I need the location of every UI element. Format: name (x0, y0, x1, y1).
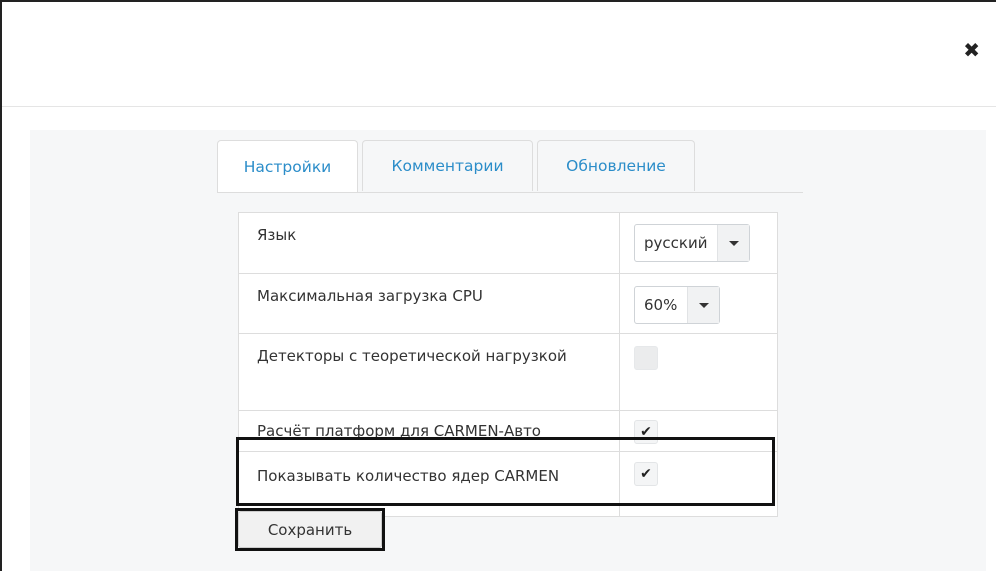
tab-update[interactable]: Обновление (537, 140, 695, 191)
platforms-cell: ✔ (619, 410, 778, 452)
check-icon: ✔ (640, 465, 652, 482)
close-icon[interactable]: ✖ (963, 40, 980, 60)
detectors-checkbox[interactable] (634, 346, 658, 370)
language-label: Язык (238, 212, 620, 274)
cores-cell: ✔ (619, 451, 778, 517)
detectors-cell (619, 333, 778, 411)
table-row: Максимальная загрузка CPU 60% (238, 273, 778, 334)
language-select-value: русский (644, 233, 708, 252)
settings-table: Язык русский Максимальная загрузка CPU 6… (238, 212, 778, 517)
table-row: Показывать количество ядер CARMEN ✔ (238, 451, 778, 517)
language-cell: русский (619, 212, 778, 274)
cpu-label: Максимальная загрузка CPU (238, 273, 620, 334)
language-select[interactable]: русский (634, 224, 751, 262)
table-row: Язык русский (238, 212, 778, 274)
table-row: Детекторы с теоретической нагрузкой (238, 333, 778, 411)
save-button[interactable]: Сохранить (238, 511, 382, 548)
cpu-select-value: 60% (644, 295, 678, 314)
platforms-checkbox[interactable]: ✔ (634, 420, 658, 444)
tab-bar: Настройки Комментарии Обновление (217, 140, 803, 193)
cpu-select[interactable]: 60% (634, 286, 721, 324)
detectors-label: Детекторы с теоретической нагрузкой (238, 333, 620, 411)
chevron-down-icon (717, 225, 750, 261)
header-divider (2, 106, 996, 107)
platforms-label: Расчёт платформ для CARMEN-Авто (238, 410, 620, 452)
cpu-cell: 60% (619, 273, 778, 334)
cores-label: Показывать количество ядер CARMEN (238, 451, 620, 517)
tab-comments[interactable]: Комментарии (362, 140, 533, 191)
table-row: Расчёт платформ для CARMEN-Авто ✔ (238, 410, 778, 452)
check-icon: ✔ (640, 423, 652, 440)
tab-settings[interactable]: Настройки (217, 140, 358, 192)
chevron-down-icon (687, 287, 720, 323)
cores-checkbox[interactable]: ✔ (634, 462, 658, 486)
